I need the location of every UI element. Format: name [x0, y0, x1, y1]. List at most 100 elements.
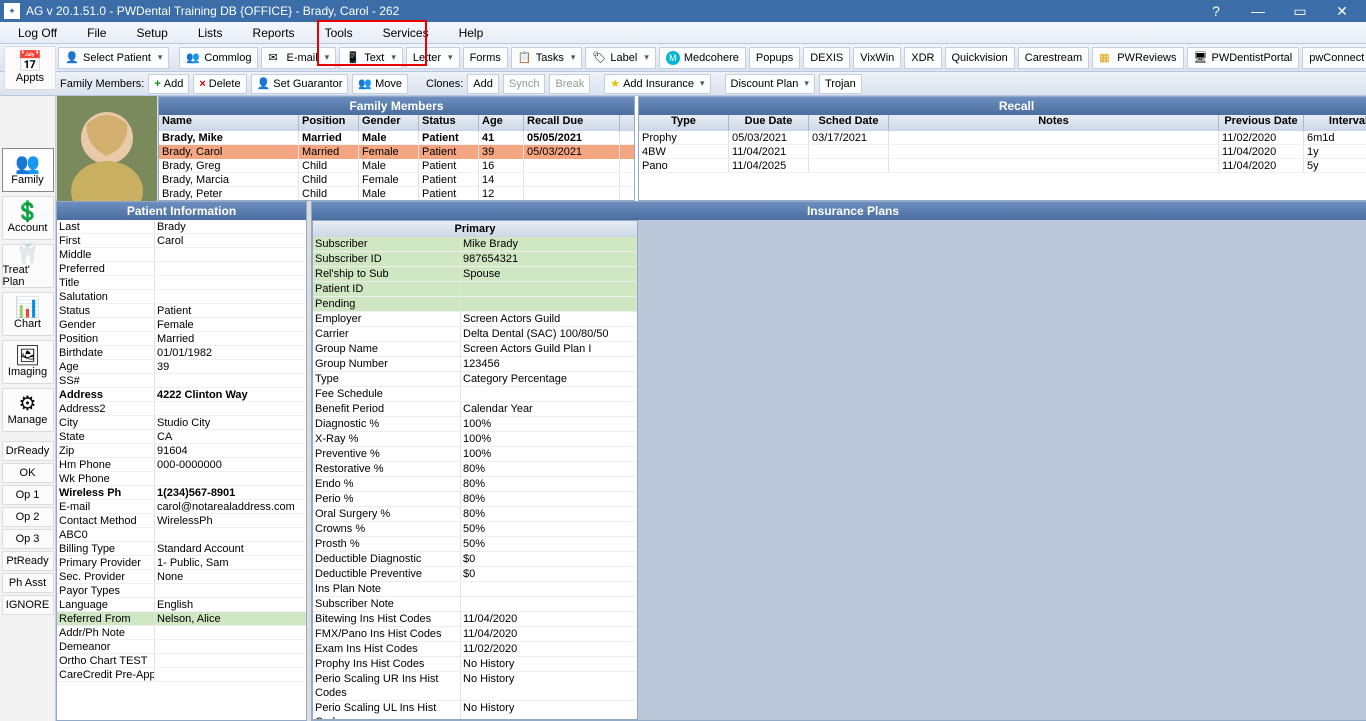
info-row[interactable]: X-Ray %100% — [313, 432, 637, 447]
info-row[interactable]: ABC0 — [57, 528, 306, 542]
info-row[interactable]: Referred FromNelson, Alice — [57, 612, 306, 626]
column-header[interactable]: Recall Due — [524, 115, 620, 131]
info-row[interactable]: Crowns %50% — [313, 522, 637, 537]
table-row[interactable]: Brady, GregChildMalePatient16 — [159, 159, 634, 173]
info-row[interactable]: StatusPatient — [57, 304, 306, 318]
info-row[interactable]: SS# — [57, 374, 306, 388]
info-row[interactable]: CarrierDelta Dental (SAC) 100/80/50 — [313, 327, 637, 342]
label-button[interactable]: 🏷Label — [585, 47, 655, 69]
medcohere-button[interactable]: MMedcohere — [659, 47, 746, 69]
column-header[interactable]: Type — [639, 115, 729, 131]
info-row[interactable]: Demeanor — [57, 640, 306, 654]
sidebar-op3[interactable]: Op 3 — [2, 529, 54, 549]
menu-reports[interactable]: Reports — [253, 26, 295, 40]
add-insurance-button[interactable]: ★Add Insurance — [604, 74, 710, 94]
info-row[interactable]: Preventive %100% — [313, 447, 637, 462]
info-row[interactable]: Prophy Ins Hist CodesNo History — [313, 657, 637, 672]
menu-lists[interactable]: Lists — [198, 26, 223, 40]
menu-tools[interactable]: Tools — [325, 26, 353, 40]
info-row[interactable]: Preferred — [57, 262, 306, 276]
info-row[interactable]: CityStudio City — [57, 416, 306, 430]
info-row[interactable]: Addr/Ph Note — [57, 626, 306, 640]
pwreviews-button[interactable]: ▦PWReviews — [1092, 47, 1183, 69]
info-row[interactable]: CareCredit Pre-Approval Status — [57, 668, 306, 682]
menu-setup[interactable]: Setup — [136, 26, 167, 40]
column-header[interactable]: Previous Date — [1219, 115, 1304, 131]
tasks-button[interactable]: 📋Tasks — [511, 47, 583, 69]
table-row[interactable]: Pano11/04/202511/04/20205y — [639, 159, 1366, 173]
menu-file[interactable]: File — [87, 26, 106, 40]
sidebar-appts[interactable]: 📅 Appts — [4, 46, 56, 90]
vixwin-button[interactable]: VixWin — [853, 47, 901, 69]
info-row[interactable]: Rel'ship to SubSpouse — [313, 267, 637, 282]
info-row[interactable]: LastBrady — [57, 220, 306, 234]
select-patient-button[interactable]: 👤Select Patient — [58, 47, 169, 69]
info-row[interactable]: Hm Phone000-0000000 — [57, 458, 306, 472]
table-row[interactable]: Brady, MikeMarriedMalePatient4105/05/202… — [159, 131, 634, 145]
info-row[interactable]: Payor Types — [57, 584, 306, 598]
info-row[interactable]: PositionMarried — [57, 332, 306, 346]
synch-button[interactable]: Synch — [503, 74, 546, 94]
move-button[interactable]: 👥Move — [352, 74, 408, 94]
carestream-button[interactable]: Carestream — [1018, 47, 1089, 69]
info-row[interactable]: Diagnostic %100% — [313, 417, 637, 432]
dexis-button[interactable]: DEXIS — [803, 47, 850, 69]
info-row[interactable]: Zip91604 — [57, 444, 306, 458]
info-row[interactable]: Group Number123456 — [313, 357, 637, 372]
info-row[interactable]: Fee Schedule — [313, 387, 637, 402]
info-row[interactable]: Subscriber ID987654321 — [313, 252, 637, 267]
table-row[interactable]: Brady, PeterChildMalePatient12 — [159, 187, 634, 200]
sidebar-family[interactable]: 👥Family — [2, 148, 54, 192]
help-button[interactable]: ? — [1196, 0, 1236, 22]
minimize-button[interactable]: — — [1238, 0, 1278, 22]
sidebar-ok[interactable]: OK — [2, 463, 54, 483]
recall-body[interactable]: Prophy05/03/202103/17/202111/02/20206m1d… — [639, 131, 1366, 200]
column-header[interactable]: Status — [419, 115, 479, 131]
info-row[interactable]: Billing TypeStandard Account — [57, 542, 306, 556]
xdr-button[interactable]: XDR — [904, 47, 941, 69]
table-row[interactable]: Prophy05/03/202103/17/202111/02/20206m1d — [639, 131, 1366, 145]
pwdentistportal-button[interactable]: 🖥PWDentistPortal — [1187, 47, 1300, 69]
sidebar-op1[interactable]: Op 1 — [2, 485, 54, 505]
column-header[interactable]: Name — [159, 115, 299, 131]
column-header[interactable]: Due Date — [729, 115, 809, 131]
info-row[interactable]: Prosth %50% — [313, 537, 637, 552]
set-guarantor-button[interactable]: 👤Set Guarantor — [251, 74, 349, 94]
discount-plan-button[interactable]: Discount Plan — [725, 74, 815, 94]
info-row[interactable]: Wk Phone — [57, 472, 306, 486]
letter-button[interactable]: Letter — [406, 47, 460, 69]
popups-button[interactable]: Popups — [749, 47, 800, 69]
info-row[interactable]: Patient ID — [313, 282, 637, 297]
menu-logoff[interactable]: Log Off — [18, 26, 57, 40]
info-row[interactable]: Primary Provider1- Public, Sam — [57, 556, 306, 570]
column-header[interactable]: Notes — [889, 115, 1219, 131]
info-row[interactable]: Age39 — [57, 360, 306, 374]
info-row[interactable]: Group NameScreen Actors Guild Plan I — [313, 342, 637, 357]
sidebar-account[interactable]: 💲Account — [2, 196, 54, 240]
break-button[interactable]: Break — [549, 74, 590, 94]
info-row[interactable]: Perio Scaling UL Ins Hist CodesNo Histor… — [313, 701, 637, 719]
maximize-button[interactable]: ▭ — [1280, 0, 1320, 22]
info-row[interactable]: Restorative %80% — [313, 462, 637, 477]
info-row[interactable]: Subscriber Note — [313, 597, 637, 612]
info-row[interactable]: SubscriberMike Brady — [313, 237, 637, 252]
info-row[interactable]: Benefit PeriodCalendar Year — [313, 402, 637, 417]
sidebar-treatplan[interactable]: 🦷Treat' Plan — [2, 244, 54, 288]
clone-add-button[interactable]: Add — [467, 74, 499, 94]
info-row[interactable]: Birthdate01/01/1982 — [57, 346, 306, 360]
info-row[interactable]: Address2 — [57, 402, 306, 416]
menu-services[interactable]: Services — [383, 26, 429, 40]
table-row[interactable]: Brady, MarciaChildFemalePatient14 — [159, 173, 634, 187]
trojan-button[interactable]: Trojan — [819, 74, 862, 94]
column-header[interactable]: Sched Date — [809, 115, 889, 131]
info-row[interactable]: Middle — [57, 248, 306, 262]
info-row[interactable]: TypeCategory Percentage — [313, 372, 637, 387]
patient-photo[interactable] — [56, 96, 158, 201]
sidebar-imaging[interactable]: 🖼Imaging — [2, 340, 54, 384]
info-row[interactable]: Perio %80% — [313, 492, 637, 507]
info-row[interactable]: E-mailcarol@notarealaddress.com — [57, 500, 306, 514]
info-row[interactable]: Exam Ins Hist Codes11/02/2020 — [313, 642, 637, 657]
info-row[interactable]: Ortho Chart TEST — [57, 654, 306, 668]
info-row[interactable]: StateCA — [57, 430, 306, 444]
sidebar-ignore[interactable]: IGNORE — [2, 595, 54, 615]
